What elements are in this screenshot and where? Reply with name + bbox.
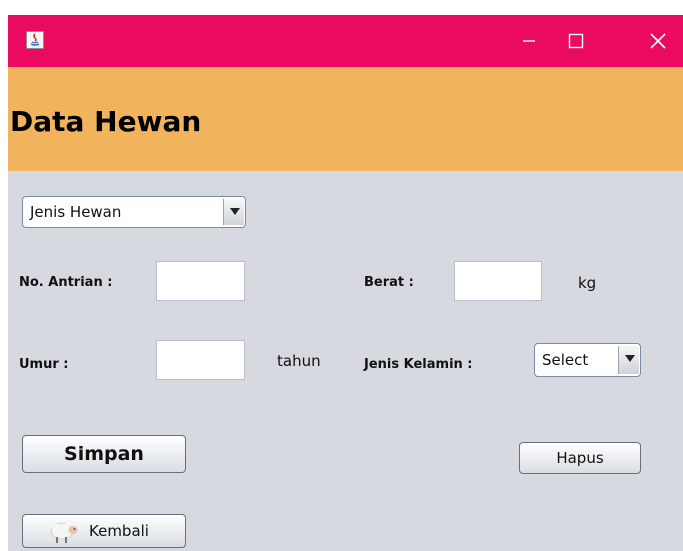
- gender-select[interactable]: Select: [534, 343, 641, 377]
- gender-label: Jenis Kelamin :: [364, 357, 473, 372]
- weight-field[interactable]: [454, 261, 542, 301]
- minimize-icon: [523, 40, 535, 42]
- age-field[interactable]: [156, 340, 245, 380]
- weight-unit: kg: [578, 274, 597, 292]
- age-label: Umur :: [19, 357, 69, 372]
- back-button-label: Kembali: [89, 522, 149, 540]
- maximize-button[interactable]: [553, 15, 599, 67]
- save-button[interactable]: Simpan: [22, 435, 186, 473]
- animal-type-selected-label: Jenis Hewan: [30, 203, 122, 221]
- chevron-down-icon[interactable]: [618, 346, 639, 374]
- maximize-icon: [568, 33, 584, 49]
- sheep-icon: [50, 522, 78, 543]
- age-unit: tahun: [277, 352, 321, 370]
- title-bar: [8, 15, 683, 67]
- gender-selected-label: Select: [542, 351, 589, 369]
- close-icon: [650, 33, 666, 49]
- chevron-down-icon[interactable]: [223, 199, 244, 225]
- queue-number-label: No. Antrian :: [19, 275, 113, 290]
- header-banner: Data Hewan: [8, 67, 683, 171]
- weight-label: Berat :: [364, 275, 414, 290]
- animal-type-select[interactable]: Jenis Hewan: [22, 196, 246, 228]
- minimize-button[interactable]: [506, 15, 552, 67]
- app-window: Data Hewan Jenis Hewan No. Antrian : Ber…: [8, 15, 683, 551]
- java-app-icon: [26, 31, 44, 49]
- close-button[interactable]: [634, 15, 680, 67]
- back-button[interactable]: Kembali: [22, 514, 186, 548]
- page-title: Data Hewan: [10, 105, 202, 138]
- delete-button[interactable]: Hapus: [519, 442, 641, 474]
- queue-number-field[interactable]: [156, 261, 245, 301]
